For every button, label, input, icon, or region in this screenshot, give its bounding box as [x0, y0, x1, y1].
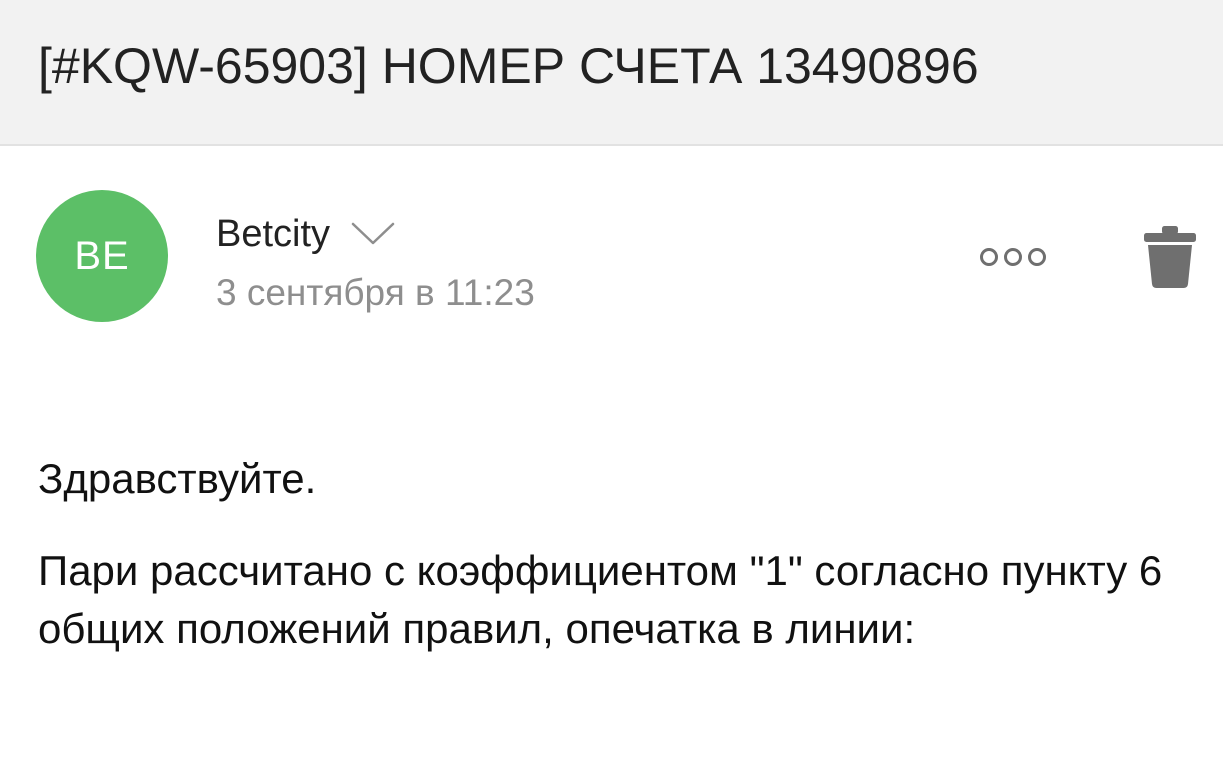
- email-view: [#KQW-65903] НОМЕР СЧЕТА 13490896 BE Bet…: [0, 0, 1223, 775]
- sender-avatar[interactable]: BE: [36, 190, 168, 322]
- sent-date: 3 сентября в 11:23: [216, 272, 535, 313]
- message-body: Здравствуйте. Пари рассчитано с коэффици…: [38, 450, 1188, 658]
- message-paragraph: Пари рассчитано с коэффициентом "1" согл…: [38, 547, 1163, 652]
- delete-button[interactable]: [1136, 222, 1204, 292]
- trash-icon: [1144, 226, 1196, 288]
- sender-name: Betcity: [216, 213, 331, 255]
- email-subject: [#KQW-65903] НОМЕР СЧЕТА 13490896: [38, 38, 979, 94]
- sender-dropdown[interactable]: Betcity: [216, 210, 396, 258]
- more-options-button[interactable]: [975, 240, 1051, 274]
- chevron-down-icon: [351, 222, 395, 245]
- subject-header: [#KQW-65903] НОМЕР СЧЕТА 13490896: [0, 0, 1223, 146]
- more-options-icon: [980, 248, 1046, 266]
- avatar-initials: BE: [74, 233, 130, 278]
- message-greeting: Здравствуйте.: [38, 455, 317, 502]
